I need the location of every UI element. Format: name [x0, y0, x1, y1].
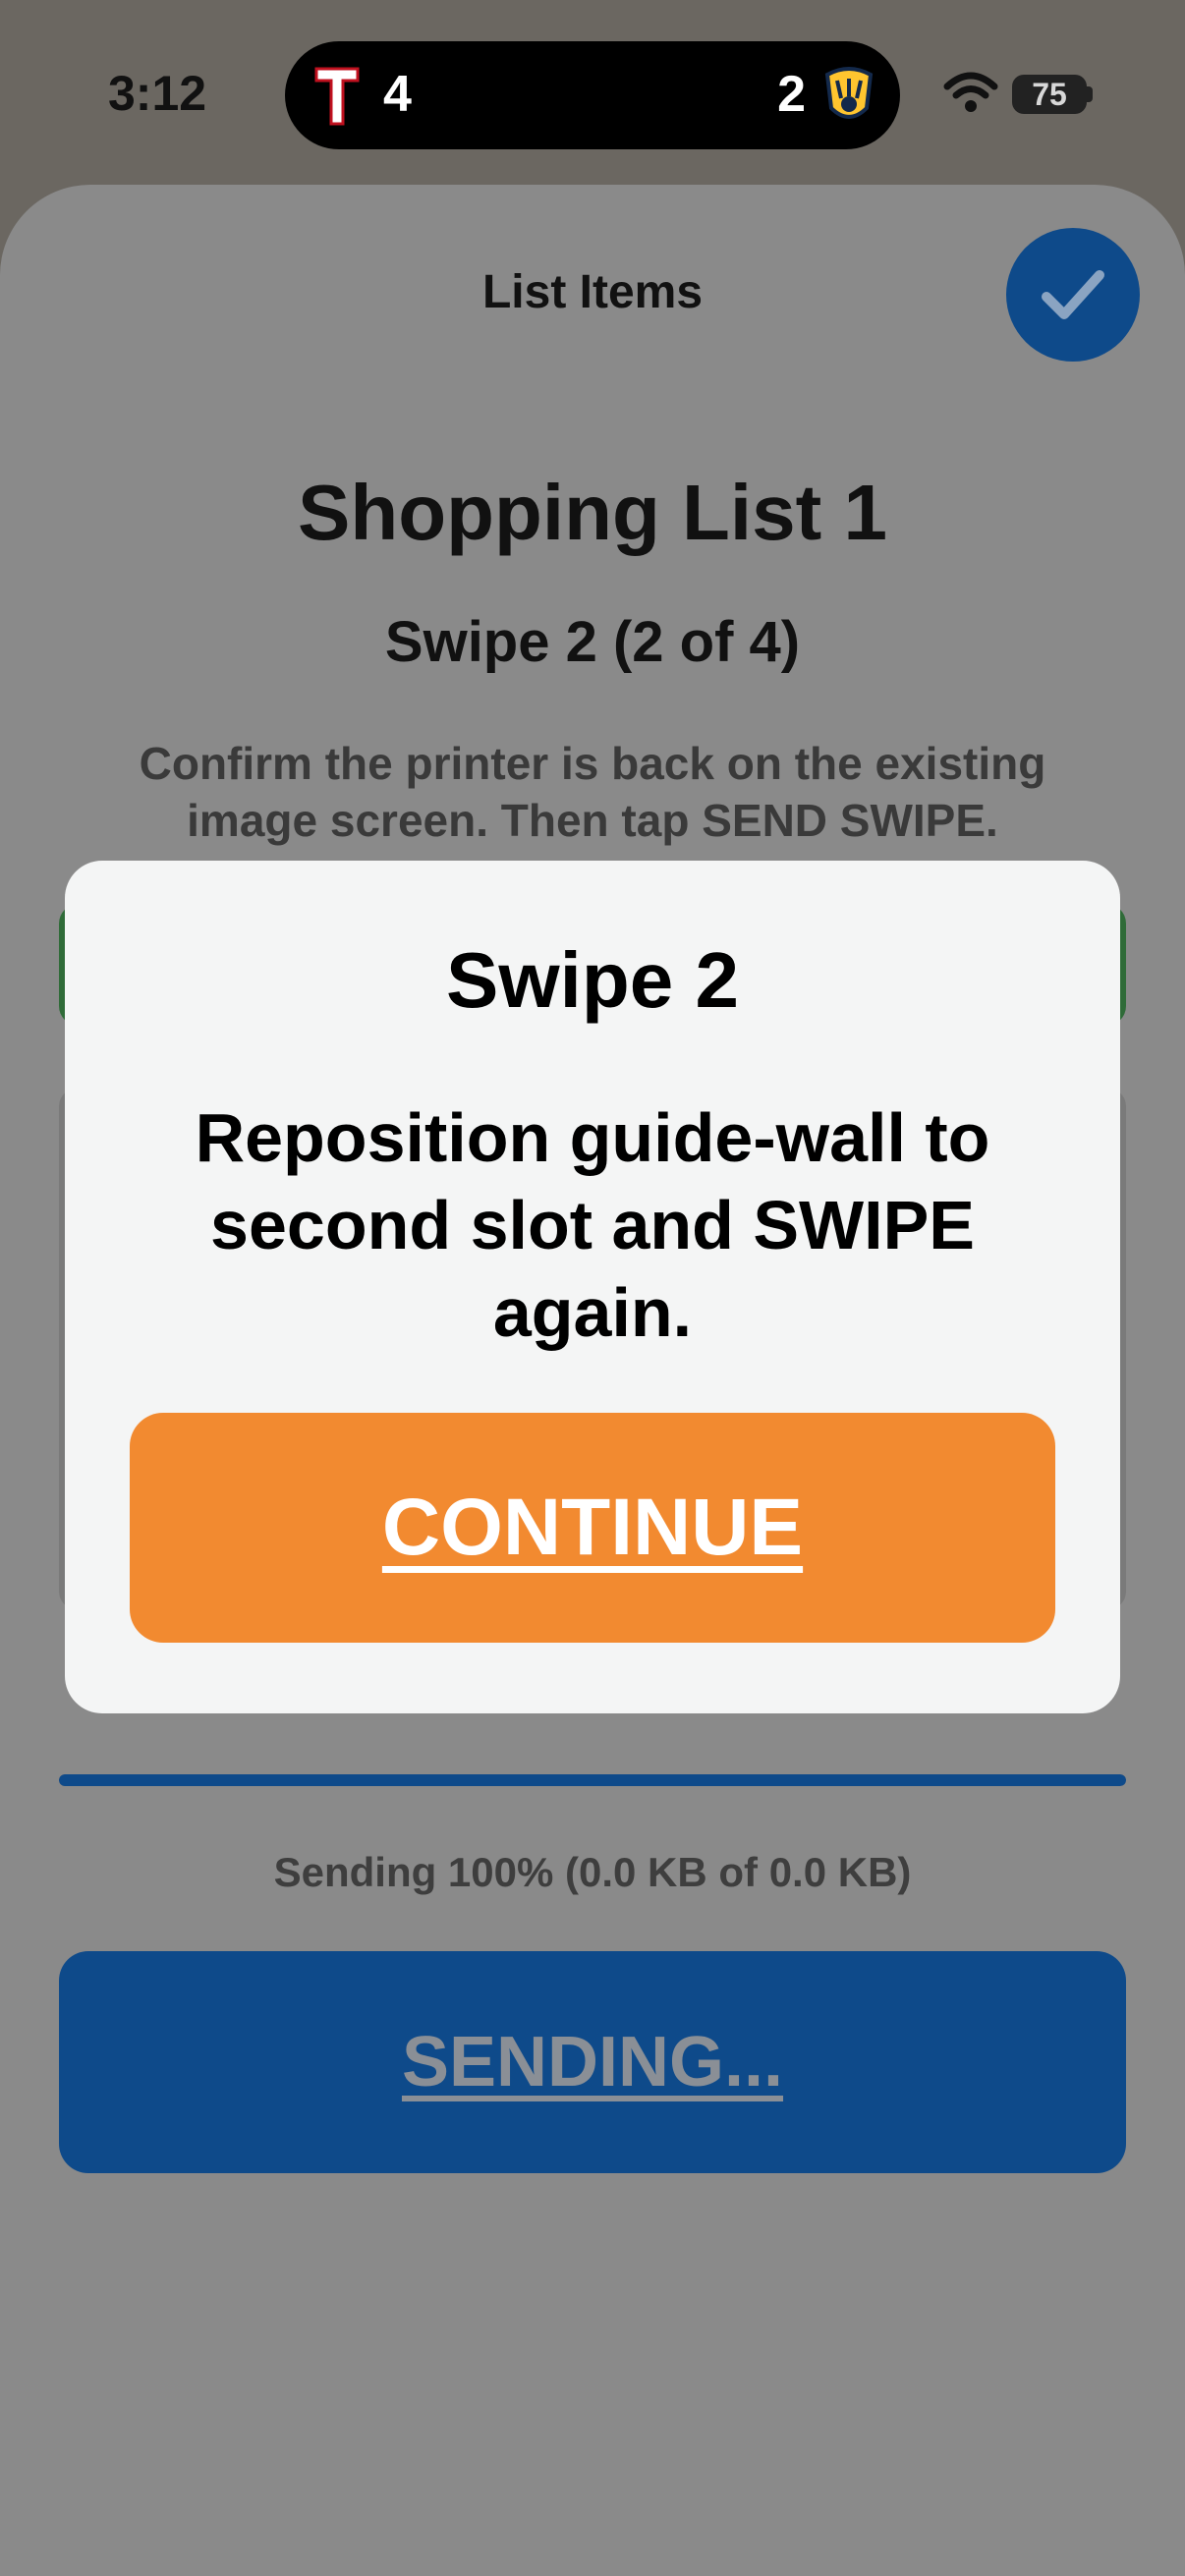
swipe-alert-dialog: Swipe 2 Reposition guide-wall to second … — [65, 861, 1120, 1713]
dialog-message: Reposition guide-wall to second slot and… — [195, 1099, 990, 1351]
sending-button-label: SENDING... — [401, 2023, 784, 2101]
status-time: 3:12 — [108, 66, 207, 121]
continue-button-label: CONTINUE — [381, 1483, 804, 1572]
battery-tip — [1087, 86, 1093, 102]
sending-progress-bar — [59, 1774, 1126, 1786]
progress-status-text: Sending 100% (0.0 KB of 0.0 KB) — [273, 1849, 912, 1895]
dynamic-island-live-activity[interactable]: 4 2 — [285, 41, 900, 149]
battery-icon: 75 — [1012, 75, 1087, 114]
sending-button[interactable]: SENDING... — [59, 1951, 1126, 2173]
left-team-score: 4 — [383, 66, 412, 123]
progress-fill — [59, 1774, 1126, 1786]
wifi-icon — [943, 71, 998, 114]
rangers-logo-icon — [312, 63, 362, 128]
right-team-score: 2 — [777, 66, 806, 123]
continue-button[interactable]: CONTINUE — [130, 1413, 1055, 1643]
done-button[interactable] — [1006, 228, 1140, 362]
checkmark-icon — [1042, 270, 1104, 319]
instruction-text: Confirm the printer is back on the exist… — [139, 738, 1046, 846]
swipe-step-label: Swipe 2 (2 of 4) — [384, 610, 801, 674]
dialog-title: Swipe 2 — [446, 936, 739, 1024]
status-bar: 3:12 4 2 75 — [0, 0, 1185, 187]
brewers-logo-icon — [819, 65, 878, 124]
list-name: Shopping List 1 — [298, 469, 887, 556]
